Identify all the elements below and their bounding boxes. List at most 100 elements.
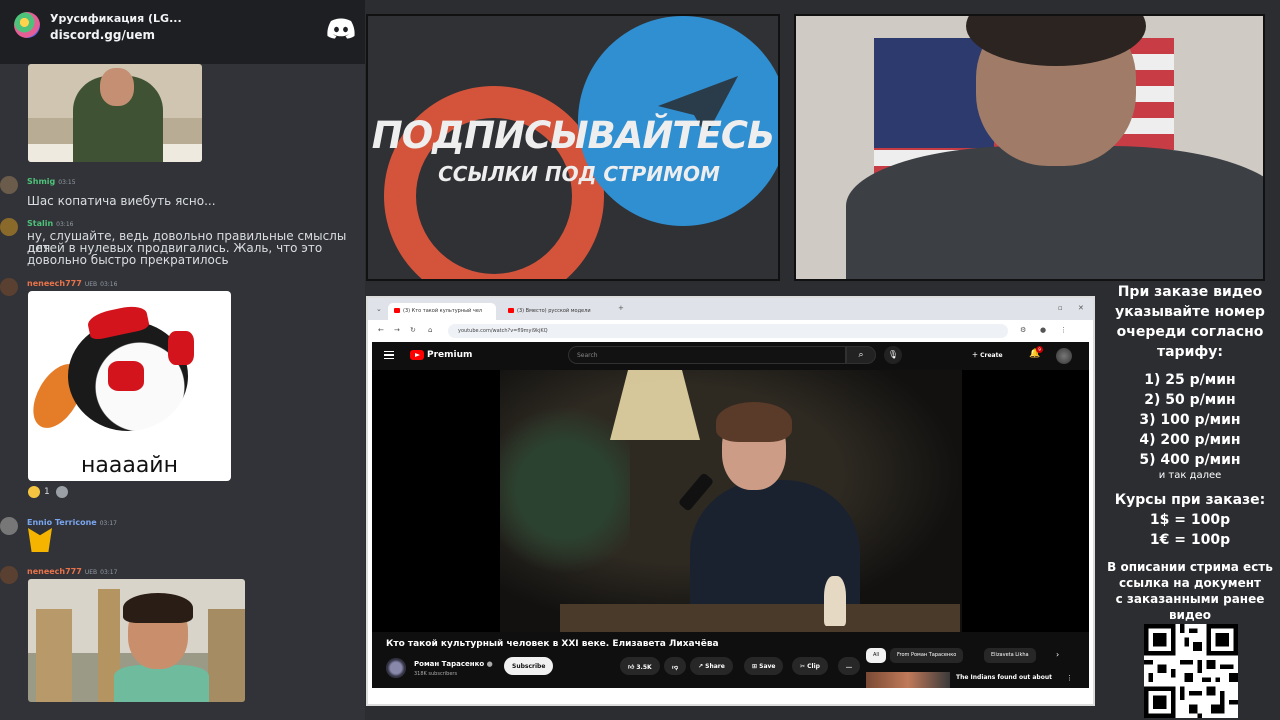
minimize-icon[interactable]: ▫ [1058,304,1063,312]
avatar[interactable] [0,566,18,584]
save-label: Save [759,663,776,670]
account-avatar[interactable] [1056,348,1072,364]
username[interactable]: neneech777 UEB 03:17 [27,567,117,576]
order-line: тарифу: [1156,344,1223,360]
url-field[interactable]: youtube.com/watch?v=fl9myi9kjKQ [448,324,1008,338]
username-text: neneech777 [27,567,82,576]
home-icon[interactable]: ⌂ [428,326,432,334]
message-text: Шас копатича виебуть ясно... [27,194,216,208]
avatar[interactable] [0,517,18,535]
tariff-4: 4) 200 р/мин [1139,432,1241,448]
forward-icon[interactable]: → [394,326,400,334]
qr-code[interactable] [1144,624,1238,718]
dislike-button[interactable]: 👎︎ [664,657,687,675]
discord-chat-panel: Урусификация (LG... discord.gg/uem Shmig… [0,0,365,720]
channel-avatar[interactable] [386,658,406,678]
subscribe-promo-banner: ПОДПИСЫВАЙТЕСЬ ССЫЛКИ ПОД СТРИМОМ [366,14,780,281]
avatar[interactable] [0,218,18,236]
shared-image-toy[interactable]: наааайн [28,291,231,481]
discord-header: Урусификация (LG... discord.gg/uem [0,0,365,64]
video-speaker-hair [716,402,792,442]
video-player[interactable] [372,370,1089,632]
username[interactable]: Shmig 03:15 [27,177,76,186]
menu-dots-icon[interactable]: ⋮ [1060,326,1067,334]
channel-name-text: Роман Тарасенко [414,660,485,668]
back-icon[interactable]: ← [378,326,384,334]
tab-search-icon[interactable]: ⌄ [376,305,382,313]
reaction-count: 1 [44,487,50,497]
clip-button[interactable]: ✂ Clip [792,657,828,675]
server-invite[interactable]: discord.gg/uem [50,28,155,42]
clip-label: Clip [807,663,820,670]
reaction-laugh[interactable]: 1 [28,486,50,498]
chip-from-channel[interactable]: From Роман Тарасенко [890,648,964,663]
like-count: 3.5K [636,664,652,671]
username-text: Ennio Terricone [27,518,97,527]
youtube-page: Premium Search ⌕ 🎙 ＋ Create 🔔 9 Кто тако… [372,342,1089,688]
shared-image-london[interactable] [28,579,245,702]
timestamp: 03:17 [99,520,117,527]
youtube-favicon-icon [394,308,400,313]
create-label: Create [980,352,1003,359]
username[interactable]: Ennio Terricone 03:17 [27,518,117,527]
video-title: Кто такой культурный человек в XXI веке.… [386,639,719,649]
search-input[interactable]: Search [568,346,846,364]
server-icon[interactable] [14,12,40,38]
video-table [560,604,960,632]
promo-subtitle: ССЫЛКИ ПОД СТРИМОМ [438,162,720,186]
streamer-body [846,146,1263,279]
username-text: Stalin [27,219,54,228]
tariff-1: 1) 25 р/мин [1144,372,1236,388]
timestamp: 03:16 [100,281,118,288]
wolf-emoji-icon [28,528,52,552]
microphone-icon[interactable]: 🎙 [884,346,902,364]
doc-line: ссылка на документ [1119,576,1261,590]
timestamp: 03:15 [58,179,76,186]
username[interactable]: Stalin 03:16 [27,219,73,228]
profile-icon[interactable]: ● [1040,326,1046,334]
new-tab-icon[interactable]: + [618,304,624,312]
video-plant [500,390,630,590]
avatar[interactable] [0,278,18,296]
channel-subscribers: 318K subscribers [414,671,458,677]
image-building [36,609,72,702]
toy-part [108,361,144,391]
search-icon[interactable]: ⌕ [846,346,876,364]
share-icon: ↗ [698,663,704,670]
reaction-add[interactable] [55,486,68,498]
close-window-icon[interactable]: ✕ [1078,304,1084,312]
share-button[interactable]: ↗ Share [690,657,733,675]
youtube-brand[interactable]: Premium [427,350,472,360]
more-actions-button[interactable]: … [838,657,860,675]
create-button[interactable]: ＋ Create [972,350,1003,359]
scissors-icon: ✂ [800,663,806,670]
tab-youtube-2[interactable]: (3) Вместо) русской модели [502,303,610,320]
chip-elizaveta[interactable]: Elizaveta Likha [984,648,1036,663]
tab-youtube-active[interactable]: (3) Кто такой культурный чел [388,303,496,320]
youtube-header: Premium Search ⌕ 🎙 ＋ Create 🔔 9 [372,342,1089,370]
video-lamp [610,370,700,440]
image-shirt [114,665,209,702]
reload-icon[interactable]: ↻ [410,326,416,334]
username[interactable]: neneech777 UEB 03:16 [27,279,117,288]
extensions-icon[interactable]: ⚙ [1020,326,1026,334]
browser-window: ⌄ (3) Кто такой культурный чел (3) Вмест… [366,296,1095,706]
like-button[interactable]: 👍︎ 3.5K [620,657,660,675]
subscribe-button[interactable]: Subscribe [504,657,554,675]
image-caption: наааайн [81,453,178,478]
share-label: Share [705,663,725,670]
video-frame [500,370,962,632]
recommended-title[interactable]: The Indians found out about [956,674,1052,681]
youtube-logo-icon[interactable] [410,350,424,360]
save-button[interactable]: ⊞ Save [744,657,784,675]
doc-line: В описании стрима есть [1107,560,1273,574]
chip-all[interactable]: All [866,648,887,663]
chevron-right-icon[interactable]: › [1056,650,1059,659]
shared-image-soldier[interactable] [28,64,202,162]
avatar[interactable] [0,176,18,194]
recommended-thumbnail[interactable] [866,672,950,688]
video-vase [824,576,846,626]
channel-name[interactable]: Роман Тарасенко ● [414,660,493,668]
recommended-menu-icon[interactable]: ⋮ [1066,674,1073,682]
hamburger-menu-icon[interactable] [384,351,394,359]
